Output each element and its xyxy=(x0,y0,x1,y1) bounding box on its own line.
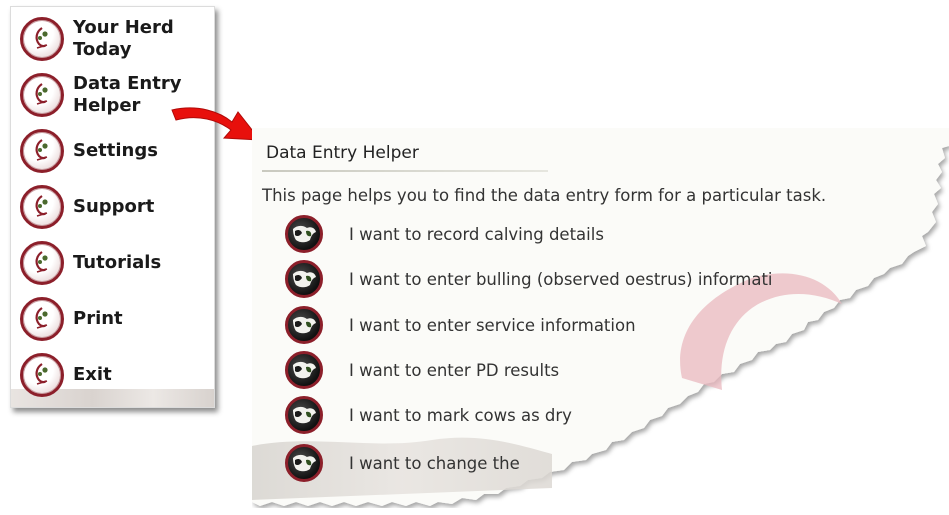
menu-item-support[interactable]: Support xyxy=(20,184,210,230)
title-divider xyxy=(262,170,548,172)
menu-item-tutorials[interactable]: Tutorials xyxy=(20,240,210,286)
herd-logo-icon xyxy=(20,73,64,117)
cow-icon xyxy=(285,306,323,344)
cow-icon xyxy=(285,444,323,482)
menu-label: Your Herd Today xyxy=(73,17,174,60)
data-entry-helper-panel: Data Entry Helper This page helps you to… xyxy=(252,128,949,508)
cow-icon xyxy=(285,351,323,389)
cow-icon xyxy=(285,396,323,434)
herd-logo-icon xyxy=(20,297,64,341)
menu-item-exit[interactable]: Exit xyxy=(20,352,210,398)
task-record-calving[interactable]: I want to record calving details xyxy=(285,215,925,253)
herd-logo-icon xyxy=(20,241,64,285)
herd-logo-icon xyxy=(20,353,64,397)
page-description: This page helps you to find the data ent… xyxy=(262,186,827,205)
cow-icon xyxy=(285,215,323,253)
menu-item-print[interactable]: Print xyxy=(20,296,210,342)
herd-logo-icon xyxy=(20,185,64,229)
task-label: I want to record calving details xyxy=(349,224,604,244)
menu-label: Print xyxy=(73,308,123,329)
herd-logo-icon xyxy=(20,17,64,61)
main-menu: Your Herd Today Data Entry Helper Settin… xyxy=(10,6,215,408)
task-label: I want to enter service information xyxy=(349,315,636,335)
task-enter-pd-results[interactable]: I want to enter PD results xyxy=(285,351,925,389)
herd-logo-icon xyxy=(20,129,64,173)
task-enter-bulling[interactable]: I want to enter bulling (observed oestru… xyxy=(285,260,925,298)
task-label: I want to enter PD results xyxy=(349,360,560,380)
task-label: I want to mark cows as dry xyxy=(349,405,572,425)
task-label: I want to enter bulling (observed oestru… xyxy=(349,269,773,289)
menu-item-your-herd-today[interactable]: Your Herd Today xyxy=(20,16,210,62)
task-change-the[interactable]: I want to change the xyxy=(285,444,925,482)
cow-icon xyxy=(285,260,323,298)
task-enter-service[interactable]: I want to enter service information xyxy=(285,306,925,344)
menu-label: Data Entry Helper xyxy=(73,73,182,116)
menu-label: Settings xyxy=(73,140,158,161)
menu-label: Exit xyxy=(73,364,112,385)
page-title: Data Entry Helper xyxy=(266,143,419,163)
task-mark-cows-dry[interactable]: I want to mark cows as dry xyxy=(285,396,925,434)
task-label: I want to change the xyxy=(349,453,520,473)
menu-label: Tutorials xyxy=(73,252,162,273)
menu-label: Support xyxy=(73,196,155,217)
